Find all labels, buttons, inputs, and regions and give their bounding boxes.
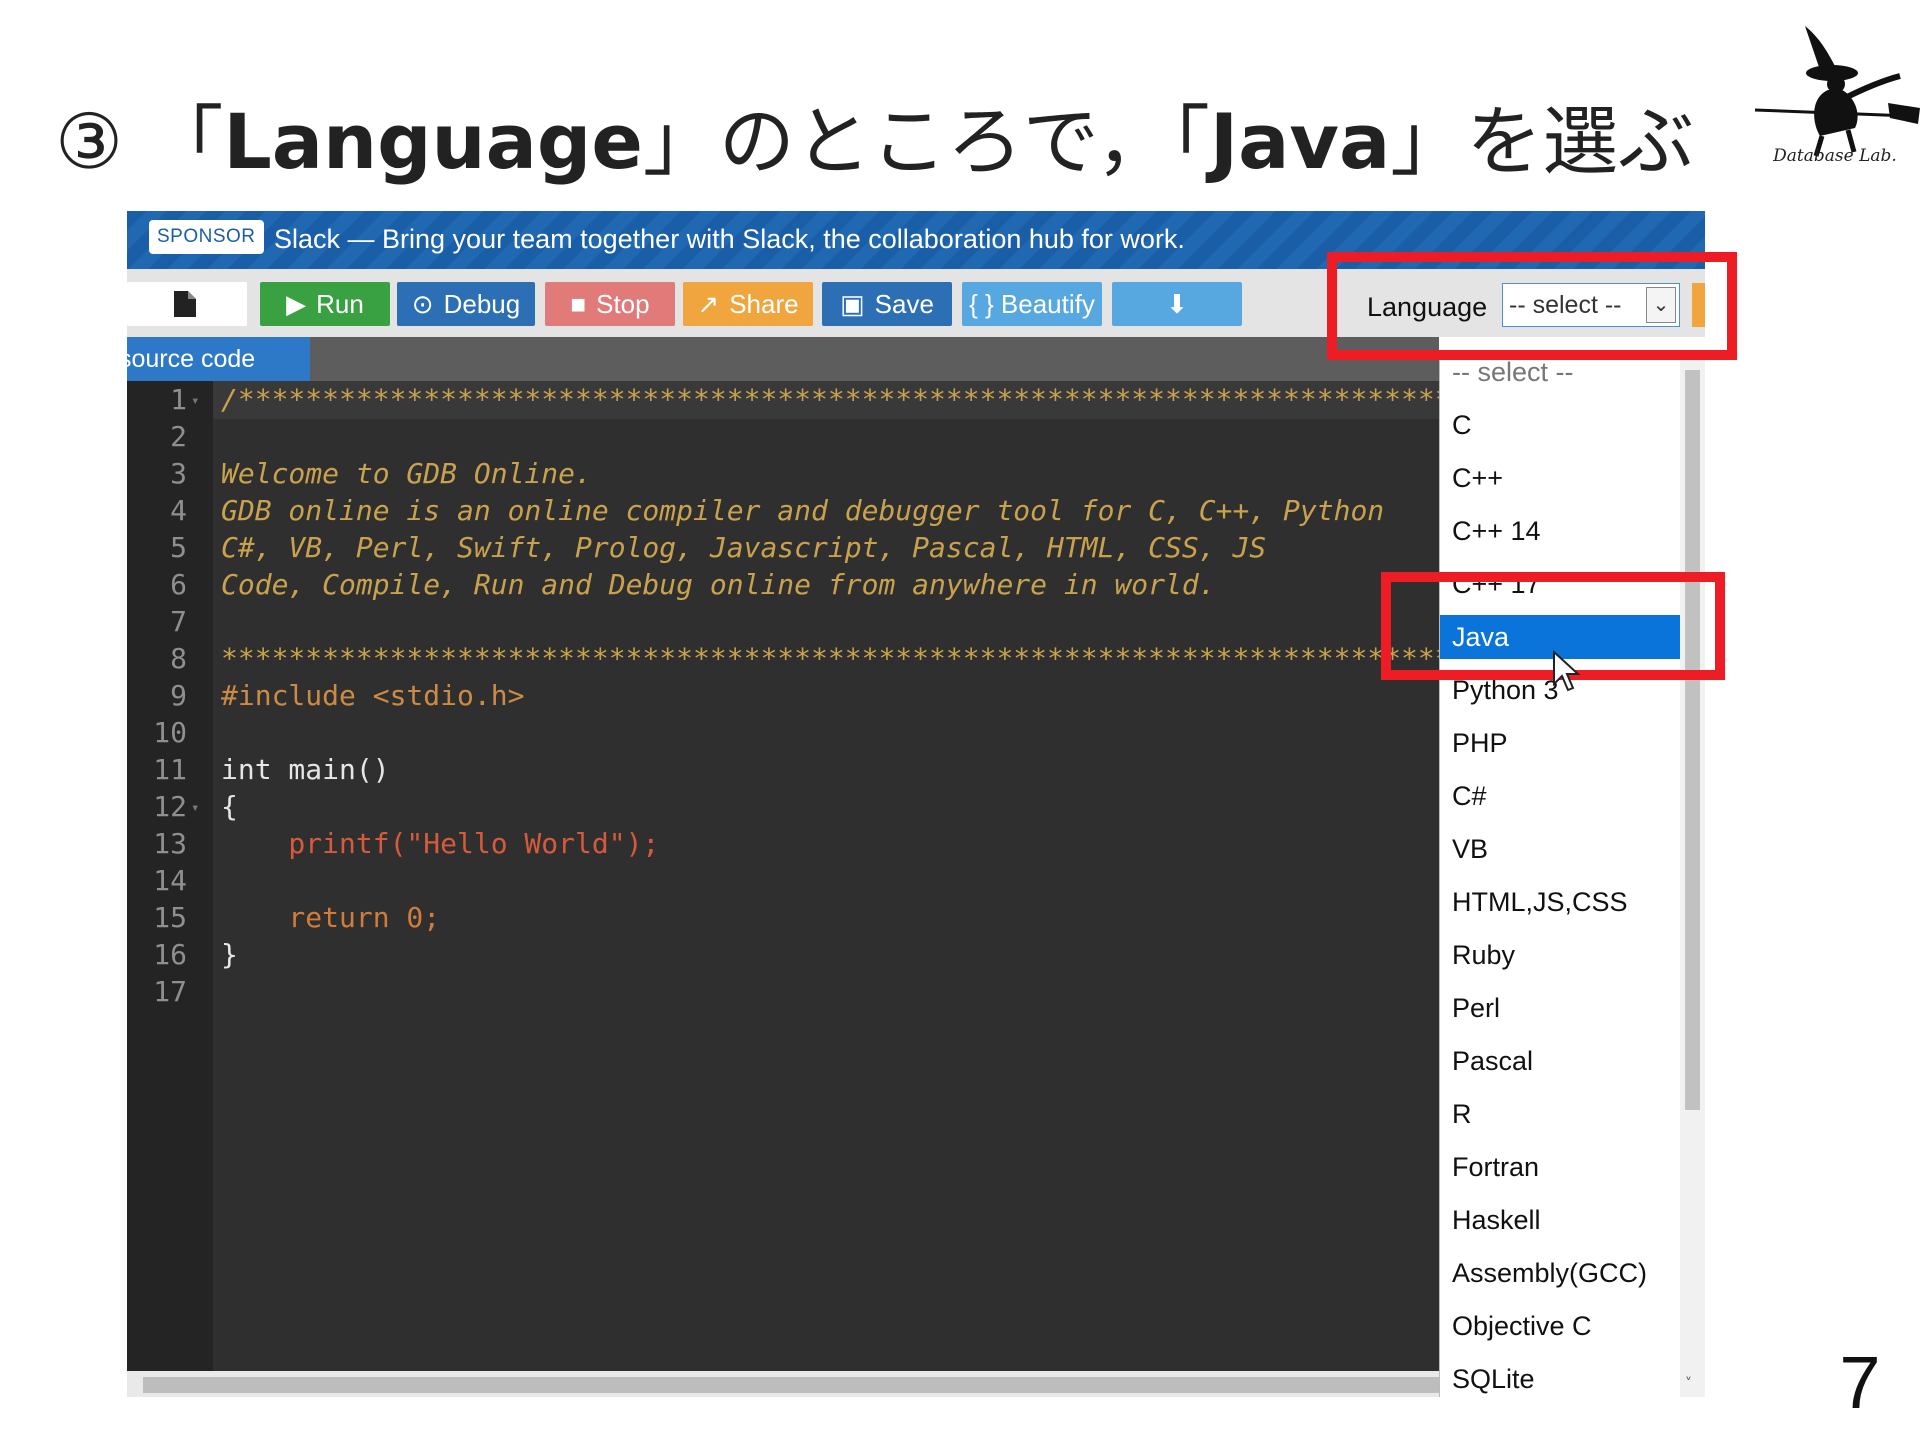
language-option[interactable]: PHP [1440,721,1682,765]
file-icon [174,291,196,317]
logo-text: Database Lab. [1773,146,1897,166]
language-option[interactable]: Fortran [1440,1145,1682,1189]
title-term-java: Java [1209,97,1391,186]
code-line: 5 C#, VB, Perl, Swift, Prolog, Javascript… [170,531,1267,564]
fold-arrow-icon[interactable]: ▾ [191,790,199,827]
download-icon: ⬇ [1166,289,1188,319]
title-middle: 」のところで，「 [642,97,1210,186]
language-option[interactable]: Ruby [1440,933,1682,977]
title-end: 」を選ぶ [1390,97,1695,186]
language-option[interactable]: Perl [1440,986,1682,1030]
language-option[interactable]: Objective C [1440,1304,1682,1348]
code-line: 7 [170,605,187,638]
debug-icon: ⊙ [411,289,434,319]
new-file-button[interactable] [127,282,247,326]
code-line: 10 [153,716,187,749]
code-line: 3 Welcome to GDB Online. [170,457,592,490]
play-icon: ▶ [286,289,307,319]
language-dropdown-list[interactable]: -- select -- C C++ C++ 14 C++ 17 Java Py… [1439,350,1705,1397]
debug-button[interactable]: ⊙ Debug [397,282,535,326]
code-line: 4 GDB online is an online compiler and de… [170,494,1385,527]
tab-source-code[interactable]: source code [127,337,310,381]
code-line: 2 [170,420,187,453]
language-option[interactable]: HTML,JS,CSS [1440,880,1682,924]
code-line: 16} [153,938,238,971]
code-line: 12 ▾{ [127,788,1439,825]
beautify-button[interactable]: { } Beautify [962,282,1102,326]
code-line: 1 ▾/*************************************… [127,381,1569,420]
code-line: 8 ***************************************… [170,642,1553,675]
share-button[interactable]: ↗ Share [683,282,813,326]
code-editor[interactable]: 1 ▾/*************************************… [127,381,1570,1371]
sponsor-badge: SPONSOR [149,220,264,254]
code-line: 13 printf("Hello World"); [153,827,660,860]
download-button[interactable]: ⬇ [1112,282,1242,326]
language-option[interactable]: C++ 14 [1440,509,1682,553]
stop-button[interactable]: ■ Stop [545,282,675,326]
stop-icon: ■ [570,289,587,319]
dropdown-scrollbar[interactable]: ˄ ˅ [1680,350,1705,1397]
title-number-mark: ③ [55,97,124,186]
language-option[interactable]: R [1440,1092,1682,1136]
share-icon: ↗ [697,289,720,319]
code-line: 15 return 0; [153,901,441,934]
language-option[interactable]: C# [1440,774,1682,818]
scroll-down-icon[interactable]: ˅ [1685,1376,1692,1392]
language-option[interactable]: C++ [1440,456,1682,500]
title-bracket-open: 「 [147,97,224,186]
highlight-box-language [1327,252,1737,360]
scrollbar-thumb[interactable] [143,1377,1439,1393]
title-term-language: Language [223,97,643,186]
mouse-pointer-icon [1553,650,1581,692]
horizontal-scrollbar[interactable] [127,1371,1439,1397]
save-button[interactable]: ▣ Save [822,282,952,326]
language-option[interactable]: Pascal [1440,1039,1682,1083]
code-line: 9 #include <stdio.h> [170,679,525,712]
slide-title: ③ 「Language」のところで，「Java」を選ぶ [55,92,1695,192]
code-line: 14 [153,864,187,897]
language-option[interactable]: VB [1440,827,1682,871]
code-line: 11 int main() [153,753,390,786]
language-option[interactable]: Assembly(GCC) [1440,1251,1682,1295]
page-number: 7 [1839,1341,1881,1424]
language-option[interactable]: Haskell [1440,1198,1682,1242]
run-button[interactable]: ▶ Run [260,282,390,326]
code-line: 17 [153,975,187,1008]
floppy-icon: ▣ [840,289,865,319]
gdb-online-window: SPONSOR Slack — Bring your team together… [127,211,1705,1397]
dropdown-scrollbar-thumb[interactable] [1685,370,1700,1110]
language-option[interactable]: SQLite [1440,1357,1682,1397]
editor-tab-strip [127,337,1439,381]
fold-arrow-icon[interactable]: ▾ [191,383,199,420]
sponsor-text[interactable]: Slack — Bring your team together with Sl… [274,222,1185,256]
include-directive: #include <stdio.h> [221,679,525,712]
code-line: 6 Code, Compile, Run and Debug online fro… [170,568,1216,601]
language-option[interactable]: C [1440,403,1682,447]
